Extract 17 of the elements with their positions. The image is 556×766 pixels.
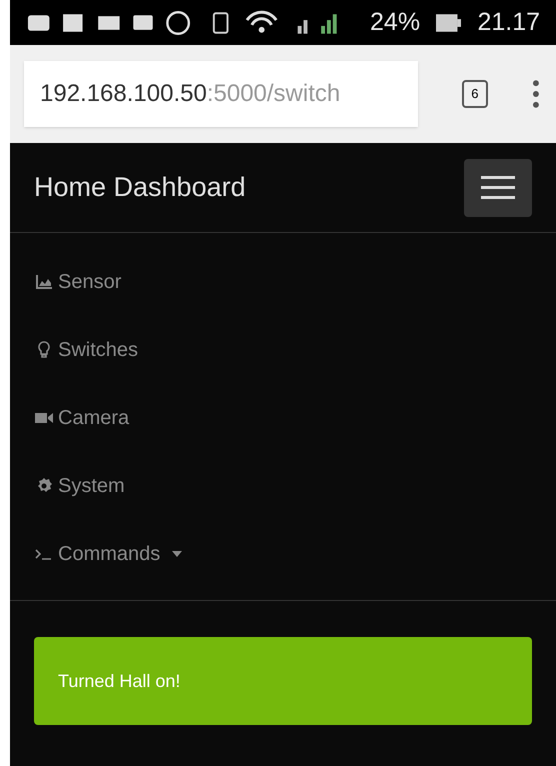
url-field[interactable]: 192.168.100.50:5000/switch — [24, 61, 418, 127]
battery-icon — [436, 14, 462, 32]
battery-percent: 24% — [370, 6, 420, 38]
more-menu-icon[interactable] — [532, 79, 540, 109]
app-title: Home Dashboard — [34, 171, 246, 204]
nav-link[interactable]: Switches — [10, 316, 556, 384]
alert-message: Turned Hall on! — [58, 670, 180, 692]
clock: 21.17 — [477, 6, 540, 38]
nav-link[interactable]: System — [10, 452, 556, 520]
nav-link[interactable]: Commands — [10, 520, 556, 588]
area-chart-icon — [34, 272, 54, 292]
caret-icon — [172, 551, 182, 557]
menu-icon — [481, 176, 515, 200]
menu-toggle-button[interactable] — [464, 158, 532, 216]
nav-link[interactable]: Camera — [10, 384, 556, 452]
tab-count-button[interactable]: 6 — [462, 80, 488, 108]
nav-link[interactable]: Sensor — [10, 248, 556, 316]
